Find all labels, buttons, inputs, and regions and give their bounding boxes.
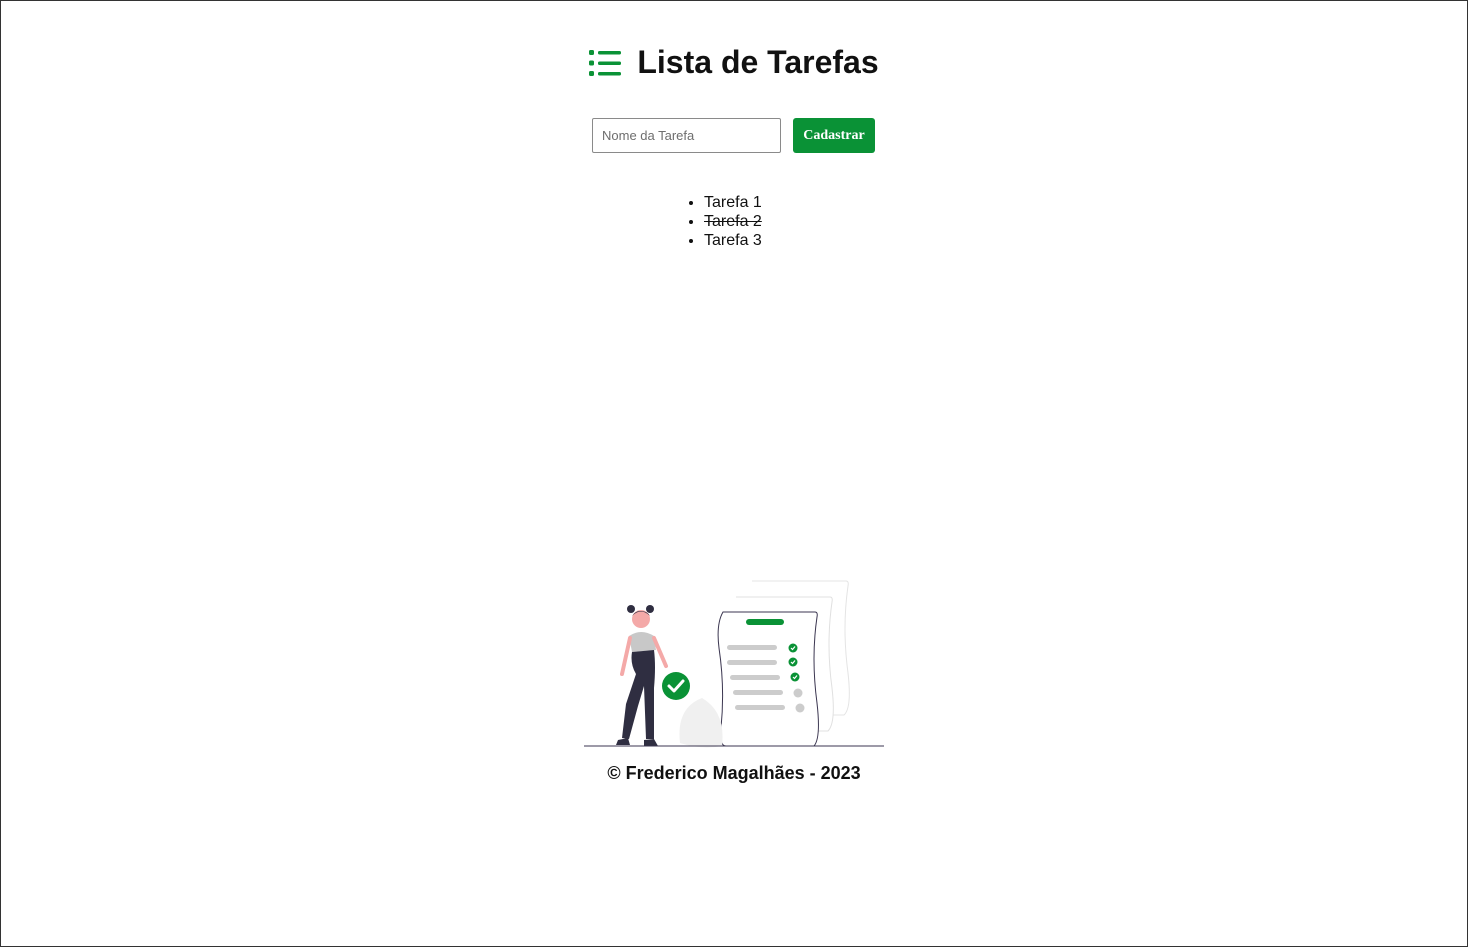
task-label: Tarefa 1	[704, 194, 762, 211]
page-header: Lista de Tarefas	[0, 44, 1468, 81]
page-title: Lista de Tarefas	[637, 44, 879, 80]
task-label: Tarefa 3	[704, 232, 762, 249]
list-icon	[589, 49, 622, 76]
task-label: Tarefa 2	[704, 213, 762, 230]
task-name-input[interactable]	[592, 118, 781, 153]
task-item[interactable]: Tarefa 3	[704, 231, 762, 250]
person-with-checklist-illustration	[584, 580, 884, 748]
cadastrar-button[interactable]: Cadastrar	[793, 118, 875, 153]
task-item[interactable]: Tarefa 1	[704, 193, 762, 212]
footer-copyright: © Frederico Magalhães - 2023	[607, 763, 861, 783]
task-form: Cadastrar	[592, 118, 875, 153]
task-list: Tarefa 1 Tarefa 2 Tarefa 3	[686, 193, 762, 250]
task-item-done[interactable]: Tarefa 2	[704, 212, 762, 231]
